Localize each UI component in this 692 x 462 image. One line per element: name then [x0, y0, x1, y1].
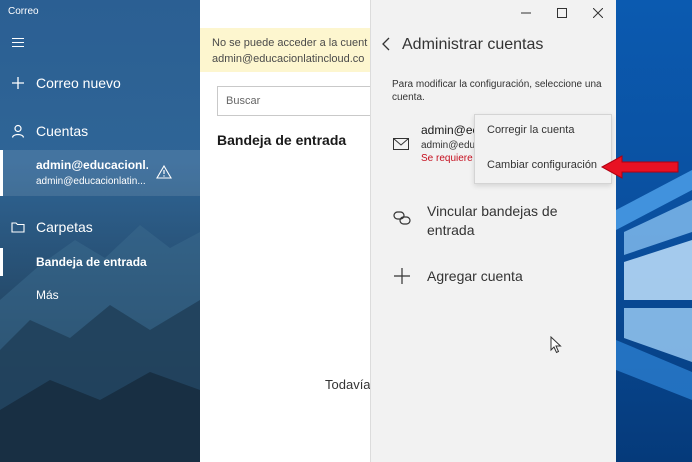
sidebar-item-inbox[interactable]: Bandeja de entrada	[0, 248, 200, 276]
app-title: Correo	[8, 6, 39, 17]
account-context-menu: Corregir la cuenta Cambiar configuración	[474, 114, 612, 184]
instructions-text: Para modificar la configuración, selecci…	[392, 79, 602, 103]
hamburger-icon[interactable]	[12, 38, 24, 50]
close-icon[interactable]	[580, 0, 616, 26]
minimize-icon[interactable]	[508, 0, 544, 26]
sidebar-account-name: admin@educacionl...	[36, 158, 148, 172]
mouse-cursor-icon	[550, 336, 562, 354]
new-mail-button[interactable]: Correo nuevo	[0, 72, 200, 94]
red-arrow-icon	[600, 155, 679, 179]
sidebar-account-item[interactable]: admin@educacionl... admin@educacionlatin…	[0, 150, 200, 196]
plus-icon	[0, 76, 36, 90]
inbox-label: Bandeja de entrada	[36, 255, 147, 269]
window-controls	[508, 0, 616, 26]
add-account-label: Agregar cuenta	[427, 268, 523, 284]
sidebar-account-email: admin@educacionlatin...	[36, 176, 146, 187]
message-list-pane: No se puede acceder a la cuent admin@edu…	[200, 0, 371, 462]
panel-title: Administrar cuentas	[402, 36, 544, 53]
add-icon	[393, 267, 411, 290]
manage-accounts-panel: Administrar cuentas Para modificar la co…	[370, 0, 616, 462]
empty-message: Todavía	[325, 377, 371, 392]
accounts-button[interactable]: Cuentas	[0, 120, 200, 142]
sidebar-item-more[interactable]: Más	[36, 288, 59, 302]
warning-icon	[156, 164, 172, 184]
account-email: admin@edu	[421, 140, 476, 151]
search-placeholder: Buscar	[226, 95, 261, 107]
new-mail-label: Correo nuevo	[36, 75, 121, 91]
sidebar: Correo Correo nuevo Cuentas admin@educac…	[0, 0, 200, 462]
banner-line-1: No se puede acceder a la cuent	[212, 37, 368, 49]
folder-title: Bandeja de entrada	[217, 132, 347, 148]
error-banner[interactable]: No se puede acceder a la cuent admin@edu…	[200, 28, 370, 72]
selection-indicator	[0, 150, 3, 196]
search-input[interactable]: Buscar	[217, 86, 370, 116]
folders-button[interactable]: Carpetas	[0, 216, 200, 238]
menu-item-fix-account[interactable]: Corregir la cuenta	[487, 124, 574, 136]
banner-line-2: admin@educacionlatincloud.co	[212, 53, 365, 65]
folders-label: Carpetas	[36, 219, 93, 235]
link-icon	[393, 211, 411, 230]
maximize-icon[interactable]	[544, 0, 580, 26]
selection-indicator	[0, 248, 3, 276]
desktop-background	[616, 0, 692, 462]
link-inboxes-label: Vincular bandejas de entrada	[427, 203, 558, 238]
person-icon	[0, 124, 36, 138]
back-icon[interactable]	[381, 36, 391, 57]
menu-item-change-settings[interactable]: Cambiar configuración	[487, 159, 597, 171]
folder-icon	[0, 221, 36, 233]
mail-icon	[393, 137, 409, 155]
account-error: Se requiere a	[421, 153, 482, 164]
account-name: admin@ec	[421, 123, 479, 137]
accounts-label: Cuentas	[36, 123, 89, 139]
